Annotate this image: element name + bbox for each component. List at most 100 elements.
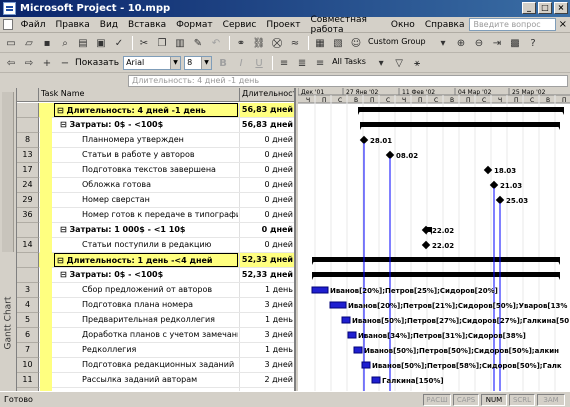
menu-tools[interactable]: Сервис [218, 20, 262, 30]
menu-view[interactable]: Вид [95, 20, 123, 30]
table-row[interactable]: 8 Планномера утвержден 0 дней [17, 133, 294, 148]
outdent-icon[interactable]: ⇦ [3, 56, 19, 71]
duration-cell[interactable]: 1 день [239, 343, 294, 357]
help-icon[interactable]: ? [525, 36, 541, 51]
font-size-combo[interactable]: 8 ▼ [184, 56, 213, 70]
task-name-cell[interactable]: Подготовка плана номера [54, 298, 238, 312]
task-name-cell[interactable]: Подготовка редакционных заданий [54, 358, 238, 372]
open-icon[interactable]: ▱ [21, 36, 37, 51]
duration-cell[interactable]: 52,33 дней [239, 253, 294, 267]
duration-cell[interactable]: 56,83 дней [239, 118, 294, 132]
duration-cell[interactable]: 0 дней [239, 163, 294, 177]
table-row[interactable]: ⊟ Длительность: 1 день -<4 дней 52,33 дне… [17, 253, 294, 268]
task-name-cell[interactable]: Обложка готова [54, 178, 238, 192]
ask-question-input[interactable]: Введите вопрос [469, 18, 557, 31]
table-row[interactable]: 17 Подготовка текстов завершена 0 дней [17, 163, 294, 178]
menu-project[interactable]: Проект [261, 20, 305, 30]
duration-cell[interactable]: 0 дней [239, 193, 294, 207]
task-name-cell[interactable]: Статьи в работе у авторов [54, 148, 238, 162]
entry-field[interactable]: Длительность: 4 дней -1 день [128, 75, 568, 87]
search-icon[interactable]: ⌕ [57, 36, 73, 51]
print-preview-icon[interactable]: ▣ [93, 36, 109, 51]
column-header-duration[interactable]: Длительность [239, 88, 294, 101]
task-name-cell[interactable]: ⊟ Длительность: 1 день -<4 дней [54, 253, 238, 267]
task-name-cell[interactable]: Рассылка заданий авторам [54, 373, 238, 387]
autofilter-icon[interactable]: ▽ [391, 56, 407, 71]
minimize-button[interactable]: _ [522, 2, 536, 14]
bold-icon[interactable]: B [215, 56, 231, 71]
format-painter-icon[interactable]: ✎ [190, 36, 206, 51]
duration-cell[interactable]: 3 дней [239, 358, 294, 372]
table-row[interactable]: ⊟ Затраты: 1 000$ - <1 10$ 0 дней [17, 223, 294, 238]
hide-subtasks-icon[interactable]: − [57, 56, 73, 71]
select-all-cell[interactable] [17, 88, 39, 101]
menu-insert[interactable]: Вставка [123, 20, 171, 30]
row-id-cell[interactable]: 11 [17, 373, 39, 388]
italic-icon[interactable]: I [233, 56, 249, 71]
table-row[interactable]: ⊟ Затраты: 0$ - <100$ 56,83 дней [17, 118, 294, 133]
task-name-cell[interactable]: Планномера утвержден [54, 133, 238, 147]
row-id-cell[interactable]: 10 [17, 358, 39, 373]
row-id-cell[interactable]: 14 [17, 238, 39, 253]
row-id-cell[interactable]: 5 [17, 313, 39, 328]
duration-cell[interactable]: 0 дней [239, 208, 294, 222]
row-id-cell[interactable]: 29 [17, 193, 39, 208]
table-row[interactable]: 14 Статьи поступили в редакцию 0 дней [17, 238, 294, 253]
table-row[interactable]: 13 Статьи в работе у авторов 0 дней [17, 148, 294, 163]
spelling-icon[interactable]: ✓ [111, 36, 127, 51]
duration-cell[interactable]: 3 дней [239, 298, 294, 312]
task-name-cell[interactable]: Номер сверстан [54, 193, 238, 207]
task-name-cell[interactable]: ⊟ Затраты: 0$ - <100$ [54, 268, 238, 282]
column-header-task-name[interactable]: Task Name [39, 89, 239, 98]
align-right-icon[interactable]: ≡ [312, 56, 328, 71]
task-name-cell[interactable]: ⊟ Длительность: 4 дней -1 день [54, 103, 238, 117]
menu-format[interactable]: Формат [171, 20, 218, 30]
print-icon[interactable]: ▤ [75, 36, 91, 51]
row-id-cell[interactable]: 3 [17, 283, 39, 298]
table-row[interactable]: 24 Обложка готова 0 дней [17, 178, 294, 193]
chevron-down-icon[interactable]: ▼ [201, 57, 212, 69]
link-tasks-icon[interactable]: ⛓ [251, 36, 267, 51]
project-app-icon[interactable] [3, 2, 16, 15]
view-label[interactable]: Gantt Chart [1, 288, 15, 368]
task-name-cell[interactable]: Редколлегия [54, 343, 238, 357]
font-combo[interactable]: Arial ▼ [123, 56, 182, 70]
row-id-cell[interactable]: 13 [17, 148, 39, 163]
task-notes-icon[interactable]: ▧ [330, 36, 346, 51]
filter-combo[interactable]: All Tasks [330, 56, 370, 70]
task-name-cell[interactable]: ⊟ Затраты: 1 000$ - <1 10$ [54, 223, 238, 237]
gantt-wizard-icon[interactable]: ⚹ [409, 56, 425, 71]
row-id-cell[interactable] [17, 118, 39, 133]
table-row[interactable]: 36 Номер готов к передаче в типографию 0 д… [17, 208, 294, 223]
row-id-cell[interactable] [17, 103, 39, 118]
duration-cell[interactable]: 3 дней [239, 328, 294, 342]
table-row[interactable]: 4 Подготовка плана номера 3 дней [17, 298, 294, 313]
task-name-cell[interactable]: Доработка планов с учетом замечаний [54, 328, 238, 342]
menu-file[interactable]: Файл [16, 20, 51, 30]
menu-help[interactable]: Справка [420, 20, 470, 30]
duration-cell[interactable]: 0 дней [239, 133, 294, 147]
copy-icon[interactable]: ❐ [154, 36, 170, 51]
goto-task-icon[interactable]: ⇥ [489, 36, 505, 51]
align-left-icon[interactable]: ≡ [276, 56, 292, 71]
row-id-cell[interactable]: 6 [17, 328, 39, 343]
table-row[interactable]: 10 Подготовка редакционных заданий 3 дней [17, 358, 294, 373]
task-name-cell[interactable]: Сбор предложений от авторов [54, 283, 238, 297]
duration-cell[interactable]: 0 дней [239, 223, 294, 237]
task-name-cell[interactable]: Статьи поступили в редакцию [54, 238, 238, 252]
hyperlink-icon[interactable]: ⚭ [233, 36, 249, 51]
duration-cell[interactable]: 0 дней [239, 238, 294, 252]
task-name-cell[interactable]: Подготовка текстов завершена [54, 163, 238, 177]
duration-cell[interactable]: 1 день [239, 313, 294, 327]
show-subtasks-icon[interactable]: + [39, 56, 55, 71]
underline-icon[interactable]: U [251, 56, 267, 71]
table-row[interactable]: ⊟ Затраты: 0$ - <100$ 52,33 дней [17, 268, 294, 283]
close-button[interactable]: × [554, 2, 568, 14]
duration-cell[interactable]: 0 дней [239, 178, 294, 192]
row-id-cell[interactable]: 36 [17, 208, 39, 223]
zoom-out-icon[interactable]: ⊖ [471, 36, 487, 51]
group-combo[interactable]: Custom Group [366, 36, 432, 50]
show-menu-button[interactable]: Показать [75, 58, 119, 68]
table-row[interactable]: 3 Сбор предложений от авторов 1 день [17, 283, 294, 298]
paste-icon[interactable]: ▥ [172, 36, 188, 51]
